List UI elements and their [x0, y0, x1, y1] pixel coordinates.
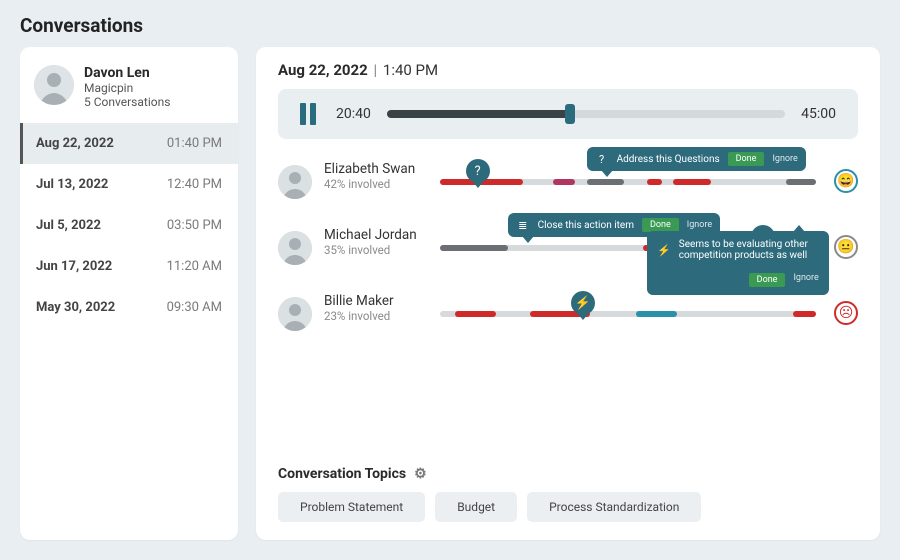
participant-name: Michael Jordan	[324, 227, 428, 243]
involvement-label: 42% involved	[324, 177, 428, 191]
sentiment-neutral-icon: 😐	[834, 235, 858, 259]
total-time: 45:00	[801, 106, 836, 122]
topic-chip[interactable]: Problem Statement	[278, 492, 425, 522]
callout-text: Seems to be evaluating other competition…	[679, 239, 819, 261]
callout-icon: ⚡	[657, 243, 671, 257]
conversation-header: Aug 22, 2022 | 1:40 PM	[278, 61, 858, 79]
involvement-label: 23% involved	[324, 309, 428, 323]
speech-segment[interactable]	[793, 311, 816, 317]
speech-segment[interactable]	[786, 179, 816, 185]
involvement-label: 35% involved	[324, 243, 428, 257]
ignore-button[interactable]: Ignore	[793, 273, 818, 287]
sentiment-happy-icon: 😄	[834, 169, 858, 193]
user-company: Magicpin	[84, 81, 170, 95]
ignore-button[interactable]: Ignore	[687, 220, 712, 230]
participant-row: Billie Maker23% involved ⚡⚡Seems to be ev…	[278, 293, 858, 333]
speech-segment[interactable]	[553, 179, 576, 185]
participant-tracks: Elizabeth Swan42% involved ??Address this…	[278, 161, 858, 452]
elapsed-time: 20:40	[336, 106, 371, 122]
conversation-item[interactable]: Jul 5, 202203:50 PM	[20, 205, 238, 246]
user-name: Davon Len	[84, 65, 170, 81]
speech-segment[interactable]	[647, 179, 662, 185]
topics-title: Conversation Topics	[278, 466, 406, 482]
callout-icon: ≣	[516, 218, 530, 232]
user-conversation-count: 5 Conversations	[84, 95, 170, 109]
marker-icon[interactable]: ?	[466, 159, 490, 183]
audio-player: 20:40 45:00	[278, 89, 858, 139]
callout-text: Address this Questions	[617, 154, 720, 165]
speech-segment[interactable]	[673, 179, 711, 185]
participant-row: Elizabeth Swan42% involved ??Address this…	[278, 161, 858, 201]
callout: ? Address this Questions Done Ignore	[587, 147, 806, 171]
conversation-list: Aug 22, 202201:40 PMJul 13, 202212:40 PM…	[20, 123, 238, 532]
gear-icon[interactable]: ⚙	[414, 466, 427, 482]
pause-button[interactable]	[300, 103, 320, 125]
timeline-lane[interactable]: ??Address this QuestionsDoneIgnore	[440, 161, 816, 201]
conversation-item[interactable]: May 30, 202209:30 AM	[20, 287, 238, 328]
done-button[interactable]: Done	[749, 273, 786, 287]
done-button[interactable]: Done	[642, 218, 679, 232]
avatar	[278, 165, 312, 199]
progress-handle[interactable]	[565, 104, 575, 124]
user-block: Davon Len Magicpin 5 Conversations	[20, 59, 238, 123]
avatar	[34, 65, 74, 105]
speech-segment[interactable]	[440, 245, 508, 251]
done-button[interactable]: Done	[728, 152, 765, 166]
insight-callout: ⚡ Seems to be evaluating other competitio…	[647, 231, 829, 295]
avatar	[278, 231, 312, 265]
speech-segment[interactable]	[636, 311, 677, 317]
marker-icon[interactable]: ⚡	[571, 291, 595, 315]
participant-name: Billie Maker	[324, 293, 428, 309]
topic-chip[interactable]: Budget	[435, 492, 517, 522]
participant-name: Elizabeth Swan	[324, 161, 428, 177]
conversation-item[interactable]: Jun 17, 202211:20 AM	[20, 246, 238, 287]
conversation-item[interactable]: Aug 22, 202201:40 PM	[20, 123, 238, 164]
conversation-item[interactable]: Jul 13, 202212:40 PM	[20, 164, 238, 205]
avatar	[278, 297, 312, 331]
ignore-button[interactable]: Ignore	[772, 154, 797, 164]
page-title: Conversations	[20, 14, 880, 37]
speech-segment[interactable]	[587, 179, 625, 185]
progress-bar[interactable]	[387, 110, 785, 118]
callout-text: Close this action item	[538, 220, 634, 231]
sentiment-sad-icon: ☹	[834, 301, 858, 325]
sidebar: Davon Len Magicpin 5 Conversations Aug 2…	[20, 47, 238, 540]
topics-block: Conversation Topics ⚙ Problem Statement B…	[278, 466, 858, 522]
timeline-lane[interactable]: ⚡⚡Seems to be evaluating other competiti…	[440, 293, 816, 333]
callout-icon: ?	[595, 152, 609, 166]
main-panel: Aug 22, 2022 | 1:40 PM 20:40 45:00 Eliza…	[256, 47, 880, 540]
speech-segment[interactable]	[455, 311, 496, 317]
topic-chip[interactable]: Process Standardization	[527, 492, 701, 522]
